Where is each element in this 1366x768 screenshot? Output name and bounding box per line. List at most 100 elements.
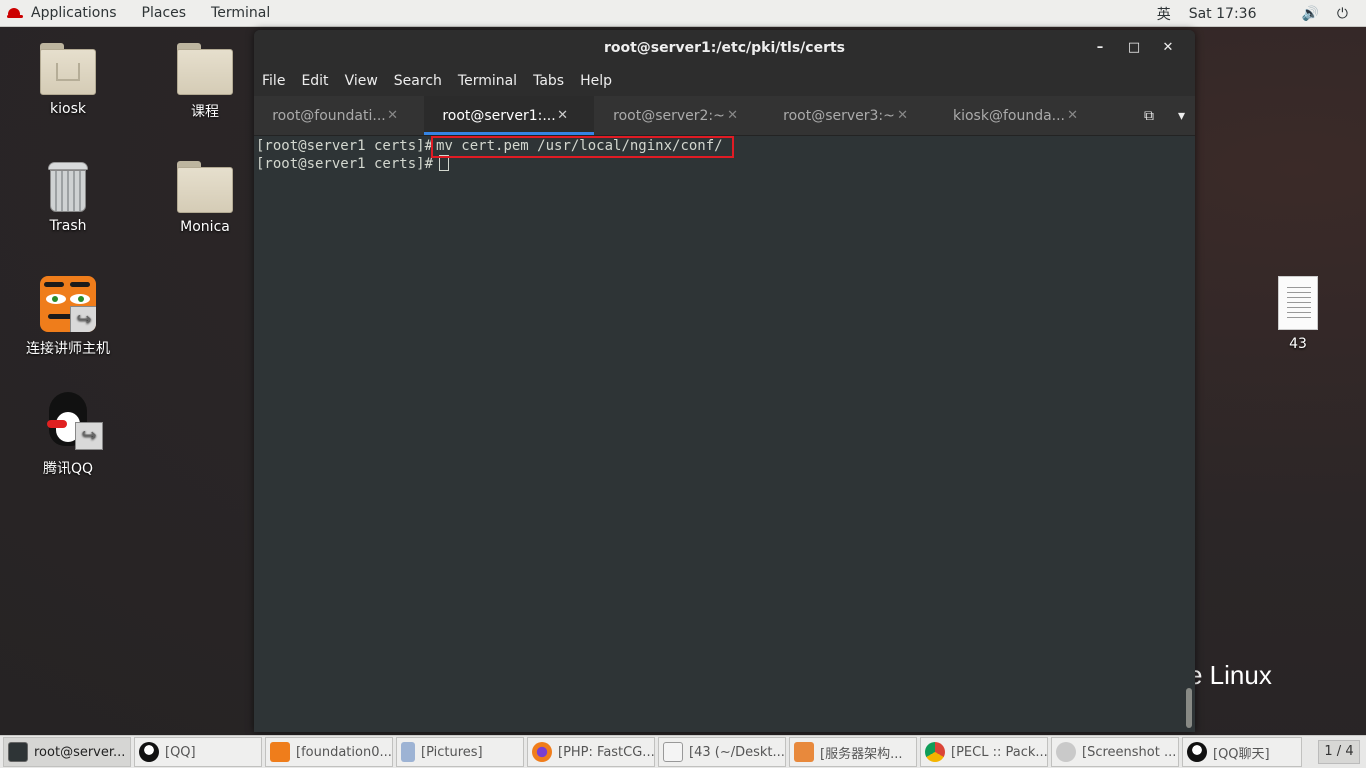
shortcut-arrow-icon: ↪ xyxy=(75,422,103,450)
workspace-pager[interactable]: 1 / 4 xyxy=(1318,740,1360,764)
menu-search[interactable]: Search xyxy=(394,73,442,89)
desktop-icon-connect[interactable]: ↪ 连接讲师主机 xyxy=(13,276,123,358)
tab-root-foundation[interactable]: root@foundati... ✕ xyxy=(254,96,424,135)
tiger-vnc-icon xyxy=(270,742,290,762)
places-label: Places xyxy=(141,5,187,21)
tab-close-icon[interactable]: ✕ xyxy=(897,108,908,123)
tiger-vnc-icon: ↪ xyxy=(40,276,96,332)
taskbar-item-editor[interactable]: [43 (~/Deskt... xyxy=(658,737,786,767)
qq-penguin-icon: ↪ xyxy=(43,392,103,452)
desktop-icon-monica[interactable]: Monica xyxy=(150,159,260,235)
taskbar-item-terminal[interactable]: root@server... xyxy=(3,737,131,767)
terminal-scrollbar[interactable] xyxy=(1182,136,1192,732)
menu-view[interactable]: View xyxy=(345,73,378,89)
taskbar-item-screenshot[interactable]: [Screenshot ... xyxy=(1051,737,1179,767)
taskbar-item-slides[interactable]: [服务器架构... xyxy=(789,737,917,767)
tab-close-icon[interactable]: ✕ xyxy=(1067,108,1078,123)
taskbar-item-chrome[interactable]: [PECL :: Pack... xyxy=(920,737,1048,767)
terminal-icon xyxy=(8,742,28,762)
menu-help[interactable]: Help xyxy=(580,73,612,89)
presentation-icon xyxy=(794,742,814,762)
scrollbar-thumb[interactable] xyxy=(1186,688,1192,728)
new-tab-icon[interactable]: ⧉ xyxy=(1144,108,1154,124)
menu-file[interactable]: File xyxy=(262,73,285,89)
tab-label: root@server3:~ xyxy=(783,107,895,124)
brand-watermark: e Linux xyxy=(1188,660,1272,690)
chrome-icon xyxy=(925,742,945,762)
tab-close-icon[interactable]: ✕ xyxy=(387,108,398,123)
terminal-app-menu[interactable]: Terminal xyxy=(211,5,270,21)
desktop-icon-kiosk[interactable]: kiosk xyxy=(13,41,123,117)
text-file-icon xyxy=(1278,276,1318,330)
taskbar-label: [foundation0.... xyxy=(296,744,393,760)
tab-label: root@foundati... xyxy=(272,107,386,124)
desktop-icon-label: kiosk xyxy=(50,101,86,117)
volume-icon[interactable]: 🔊 xyxy=(1301,6,1318,22)
qq-icon xyxy=(1187,742,1207,762)
prompt: [root@server1 certs]# xyxy=(256,138,434,154)
menubar: File Edit View Search Terminal Tabs Help xyxy=(254,65,1195,96)
firefox-icon xyxy=(532,742,552,762)
file-manager-icon xyxy=(401,742,415,762)
top-panel: Applications Places Terminal 英 Sat 17:36… xyxy=(0,0,1366,27)
maximize-icon[interactable]: □ xyxy=(1117,40,1151,55)
menu-tabs[interactable]: Tabs xyxy=(533,73,564,89)
window-title: root@server1:/etc/pki/tls/certs xyxy=(603,39,846,56)
taskbar-item-qq[interactable]: [QQ] xyxy=(134,737,262,767)
taskbar-label: root@server... xyxy=(34,744,126,760)
tab-label: kiosk@founda... xyxy=(952,107,1066,124)
window-titlebar[interactable]: root@server1:/etc/pki/tls/certs – □ ✕ xyxy=(254,30,1195,65)
terminal-window: root@server1:/etc/pki/tls/certs – □ ✕ Fi… xyxy=(254,30,1195,732)
text-cursor xyxy=(439,155,450,171)
tab-close-icon[interactable]: ✕ xyxy=(557,108,568,123)
highlighted-command: mv cert.pem /usr/local/nginx/conf/ xyxy=(431,136,734,158)
taskbar-label: [43 (~/Deskt... xyxy=(689,744,785,760)
taskbar-label: [Pictures] xyxy=(421,744,483,760)
taskbar-item-foundation[interactable]: [foundation0.... xyxy=(265,737,393,767)
taskbar: root@server... [QQ] [foundation0.... [Pi… xyxy=(0,735,1366,768)
text-editor-icon xyxy=(663,742,683,762)
power-icon[interactable]: ⏻ xyxy=(1337,6,1348,22)
minimize-icon[interactable]: – xyxy=(1083,40,1117,55)
taskbar-label: [Screenshot ... xyxy=(1082,744,1177,760)
desktop-icon-label: 连接讲师主机 xyxy=(26,341,110,357)
trash-icon xyxy=(46,162,90,212)
home-folder-icon xyxy=(40,41,96,95)
taskbar-label: [PECL :: Pack... xyxy=(951,744,1048,760)
taskbar-item-firefox[interactable]: [PHP: FastCG... xyxy=(527,737,655,767)
terminal-line: [root@server1 certs]# mv cert.pem /usr/lo… xyxy=(256,136,1193,158)
close-icon[interactable]: ✕ xyxy=(1151,40,1185,55)
tab-label: root@server1:... xyxy=(442,107,556,124)
desktop-icon-label: Trash xyxy=(49,218,87,234)
tab-kiosk-foundation[interactable]: kiosk@founda... ✕ xyxy=(934,96,1104,135)
taskbar-label: [服务器架构... xyxy=(820,746,903,762)
tab-bar: root@foundati... ✕ root@server1:... ✕ ro… xyxy=(254,96,1195,136)
tab-label: root@server2:~ xyxy=(613,107,725,124)
menu-terminal[interactable]: Terminal xyxy=(458,73,517,89)
screenshot-icon xyxy=(1056,742,1076,762)
terminal-line: [root@server1 certs]# xyxy=(256,155,1193,173)
tab-root-server3[interactable]: root@server3:~ ✕ xyxy=(764,96,934,135)
desktop-icon-trash[interactable]: Trash xyxy=(13,162,123,234)
tab-close-icon[interactable]: ✕ xyxy=(727,108,738,123)
folder-icon xyxy=(177,41,233,95)
clock[interactable]: Sat 17:36 xyxy=(1189,6,1257,22)
terminal-output[interactable]: [root@server1 certs]# mv cert.pem /usr/lo… xyxy=(254,136,1195,732)
terminal-app-label: Terminal xyxy=(211,5,271,21)
tab-root-server2[interactable]: root@server2:~ ✕ xyxy=(594,96,764,135)
desktop-icon-course[interactable]: 课程 xyxy=(150,41,260,121)
places-menu[interactable]: Places xyxy=(142,5,187,21)
applications-label: Applications xyxy=(31,5,117,21)
applications-menu[interactable]: Applications xyxy=(7,5,117,21)
tab-root-server1[interactable]: root@server1:... ✕ xyxy=(424,96,594,135)
input-method-indicator[interactable]: 英 xyxy=(1157,4,1171,24)
desktop-icon-43[interactable]: 43 xyxy=(1243,276,1353,352)
desktop-icon-label: 43 xyxy=(1289,336,1307,352)
tab-menu-icon[interactable]: ▾ xyxy=(1178,108,1185,124)
desktop-icon-label: 腾讯QQ xyxy=(42,461,94,477)
taskbar-label: [QQ聊天] xyxy=(1213,746,1270,762)
desktop-icon-qq[interactable]: ↪ 腾讯QQ xyxy=(13,392,123,478)
taskbar-item-pictures[interactable]: [Pictures] xyxy=(396,737,524,767)
menu-edit[interactable]: Edit xyxy=(301,73,328,89)
taskbar-item-qq-chat[interactable]: [QQ聊天] xyxy=(1182,737,1302,767)
